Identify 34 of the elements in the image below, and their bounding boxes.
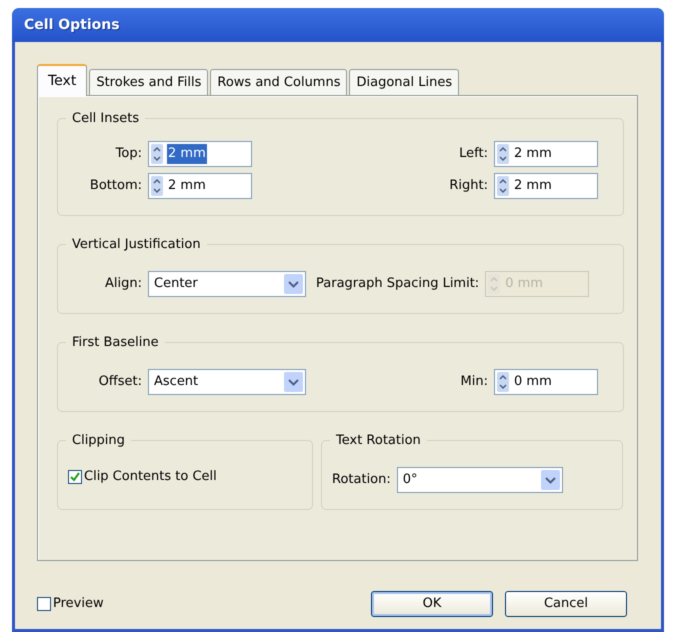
checkbox-label: Clip Contents to Cell — [84, 468, 217, 486]
dropdown[interactable]: Center — [148, 271, 306, 297]
spin-field[interactable]: 2 mm — [494, 173, 598, 199]
spinner-icon[interactable] — [497, 144, 509, 164]
window-title: Cell Options — [24, 16, 120, 34]
field-label: Min: — [460, 373, 488, 392]
dialog-button[interactable]: Cancel — [505, 591, 627, 617]
spin-field[interactable]: 2 mm — [148, 141, 252, 167]
spin-field[interactable]: 0 mm — [494, 369, 598, 395]
field-label: Right: — [449, 177, 488, 196]
tab[interactable]: Strokes and Fills — [89, 68, 208, 95]
spin-field[interactable]: 2 mm — [148, 173, 252, 199]
checkbox[interactable] — [68, 470, 82, 484]
dialog-button[interactable]: OK — [371, 591, 493, 617]
checkbox[interactable] — [37, 597, 51, 611]
field-label: Bottom: — [88, 177, 142, 196]
tab[interactable]: Rows and Columns — [210, 68, 348, 95]
field-label: Paragraph Spacing Limit: — [316, 275, 480, 294]
dropdown[interactable]: Ascent — [148, 369, 306, 395]
spinner-icon[interactable] — [151, 176, 163, 196]
spinner-icon[interactable] — [497, 176, 509, 196]
dropdown[interactable]: 0° — [396, 467, 563, 493]
field-label: Offset: — [98, 373, 142, 392]
spinner-icon[interactable] — [151, 144, 163, 164]
field-label: Rotation: — [332, 471, 391, 490]
spin-field[interactable]: 2 mm — [494, 141, 598, 167]
tab[interactable]: Diagonal Lines — [349, 68, 460, 95]
tab[interactable]: Text — [37, 64, 88, 96]
checkbox-label: Preview — [53, 595, 104, 614]
check-icon — [69, 470, 81, 483]
field-label: Top: — [114, 145, 142, 164]
field-label: Align: — [104, 275, 142, 294]
spinner-icon[interactable] — [497, 372, 509, 392]
field-label: Left: — [459, 145, 488, 164]
